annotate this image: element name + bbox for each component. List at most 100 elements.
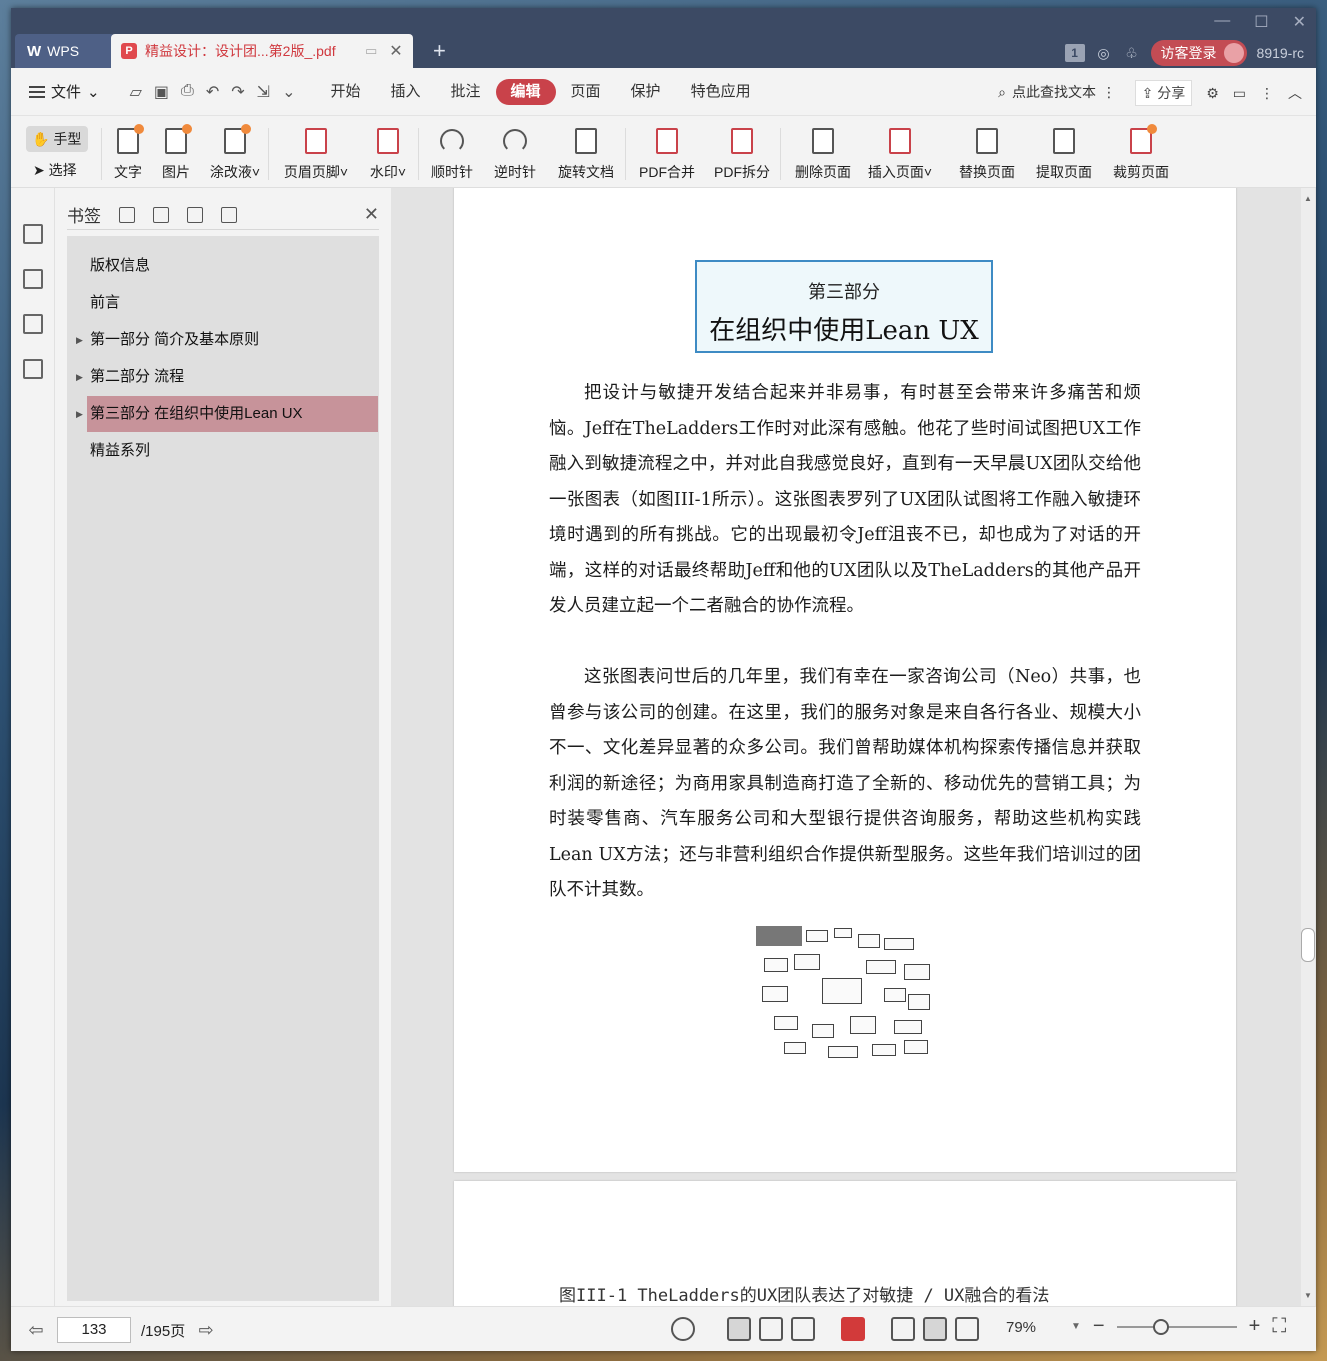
header-footer-button[interactable]: 页眉页脚˅	[281, 126, 351, 182]
bookmark-item[interactable]: ▶ 第一部分 简介及基本原则	[76, 322, 378, 358]
export-icon[interactable]: ⇲	[257, 82, 270, 102]
close-tab-icon[interactable]: ✕	[389, 41, 402, 61]
select-tool-button[interactable]: ➤ 选择	[33, 160, 77, 180]
scrollbar-thumb[interactable]	[1301, 928, 1315, 962]
document-tab[interactable]: P 精益设计：设计团...第2版_.pdf ▭ ✕	[111, 34, 413, 68]
redo-icon[interactable]: ↷	[231, 82, 244, 102]
save-icon[interactable]: ▣	[154, 82, 169, 102]
annotation-icon[interactable]	[22, 314, 43, 334]
add-sub-bookmark-icon[interactable]	[187, 206, 203, 223]
open-folder-icon[interactable]: ▱	[130, 82, 142, 102]
more-dropdown-icon[interactable]: ⌄	[282, 82, 295, 102]
scroll-up-icon[interactable]: ▲	[1304, 194, 1312, 203]
zoom-slider-knob[interactable]	[1152, 1318, 1169, 1335]
thumbnail-icon[interactable]	[22, 269, 43, 289]
bookmark-settings-icon[interactable]	[221, 206, 237, 223]
wps-home-tab[interactable]: W WPS	[15, 34, 115, 68]
bookmark-item[interactable]: 前言	[87, 285, 378, 321]
zoom-level[interactable]: 79%	[1006, 1319, 1036, 1336]
page-number-input[interactable]: 133	[57, 1317, 131, 1343]
fullscreen-icon[interactable]: ⛶	[1272, 1315, 1286, 1338]
watermark-label: 水印˅	[369, 164, 407, 180]
zoom-slider[interactable]	[1116, 1318, 1237, 1335]
eye-protection-icon[interactable]	[671, 1317, 695, 1341]
add-bookmark-icon[interactable]	[119, 206, 135, 223]
pdf-split-button[interactable]: PDF拆分	[707, 126, 777, 182]
continuous-view-icon[interactable]	[727, 1317, 751, 1341]
delete-page-button[interactable]: 删除页面	[788, 126, 858, 182]
sync-icon[interactable]: ◎	[1095, 44, 1113, 62]
next-page-icon[interactable]: ⇨	[195, 1320, 217, 1341]
insert-page-button[interactable]: 插入页面˅	[865, 126, 935, 182]
hand-tool-button[interactable]: ✋ 手型	[26, 126, 88, 152]
single-page-view-icon[interactable]	[759, 1317, 783, 1341]
collapse-all-icon[interactable]	[153, 206, 169, 223]
vertical-scrollbar[interactable]: ▲ ▼	[1301, 188, 1315, 1306]
share-button[interactable]: ⇪ 分享	[1134, 80, 1193, 106]
pdf-split-label: PDF拆分	[714, 164, 770, 180]
image-tool-label: 图片	[162, 164, 190, 180]
file-menu[interactable]: 文件 ⌄	[29, 81, 100, 102]
correction-fluid-button[interactable]: 涂改液˅	[200, 124, 270, 182]
crop-page-button[interactable]: 裁剪页面	[1106, 124, 1176, 182]
more-options-icon[interactable]: ⋮	[1260, 85, 1274, 102]
close-window-icon[interactable]: ✕	[1293, 12, 1306, 32]
two-page-view-icon[interactable]	[791, 1317, 815, 1341]
undo-icon[interactable]: ↶	[206, 82, 219, 102]
expand-arrow-icon[interactable]: ▶	[76, 396, 83, 432]
expand-arrow-icon[interactable]: ▶	[76, 359, 83, 395]
print-icon[interactable]: ⎙	[181, 82, 194, 102]
scroll-down-icon[interactable]: ▼	[1304, 1291, 1312, 1300]
zoom-dropdown-icon[interactable]: ▼	[1071, 1321, 1081, 1332]
rotate-counterclockwise-button[interactable]: 逆时针	[480, 126, 550, 182]
more-vertical-icon[interactable]: ⋮	[1102, 84, 1116, 101]
rotate-clockwise-button[interactable]: 顺时针	[417, 126, 487, 182]
find-text-label: 点此查找文本	[1012, 84, 1096, 100]
watermark-button[interactable]: 水印˅	[353, 126, 423, 182]
fit-width-icon[interactable]	[955, 1317, 979, 1341]
tab-edit[interactable]: 编辑	[495, 78, 556, 105]
gear-icon[interactable]: ⚙	[1206, 85, 1219, 102]
skin-icon[interactable]: ♧	[1123, 44, 1141, 62]
tab-start[interactable]: 开始	[315, 79, 375, 105]
login-button[interactable]: 访客登录	[1150, 40, 1247, 66]
extract-page-button[interactable]: 提取页面	[1029, 126, 1099, 182]
maximize-icon[interactable]: ☐	[1254, 12, 1268, 32]
extract-page-label: 提取页面	[1036, 164, 1092, 180]
find-text[interactable]: ⌕ 点此查找文本 ⋮	[998, 82, 1116, 102]
tab-insert[interactable]: 插入	[375, 79, 435, 105]
actual-size-icon[interactable]	[891, 1317, 915, 1341]
pdf-merge-button[interactable]: PDF合并	[632, 126, 702, 182]
zoom-out-icon[interactable]: −	[1093, 1315, 1105, 1338]
replace-page-button[interactable]: 替换页面	[952, 126, 1022, 182]
document-viewer[interactable]: 第三部分 在组织中使用Lean UX 把设计与敏捷开发结合起来并非易事，有时甚至…	[391, 188, 1316, 1306]
bookmark-item-selected[interactable]: ▶ 第三部分 在组织中使用Lean UX	[76, 396, 378, 432]
rotate-document-button[interactable]: 旋转文档	[551, 126, 621, 182]
new-tab-icon[interactable]: +	[433, 38, 446, 64]
bookmark-item[interactable]: 版权信息	[87, 248, 378, 284]
previous-page-icon[interactable]: ⇦	[25, 1320, 47, 1341]
tab-features[interactable]: 特色应用	[676, 79, 766, 105]
pin-icon[interactable]: ▭	[365, 43, 377, 59]
bookmark-list-icon[interactable]	[22, 224, 43, 244]
bookmark-panel: 书签 ✕ 版权信息 前言 ▶ 第一部分 简介及基本原则 ▶ 第二部分 流程 ▶ 第三部…	[55, 188, 391, 1306]
bookmark-item[interactable]: 精益系列	[87, 433, 378, 469]
tab-page[interactable]: 页面	[556, 79, 616, 105]
minimize-icon[interactable]: —	[1214, 12, 1230, 32]
tab-protect[interactable]: 保护	[616, 79, 676, 105]
figure-caption: 图III-1 TheLadders的UX团队表达了对敏捷 / UX融合的看法	[559, 1286, 1050, 1306]
play-icon[interactable]	[841, 1317, 865, 1341]
fit-page-icon[interactable]	[923, 1317, 947, 1341]
expand-arrow-icon[interactable]: ▶	[76, 322, 83, 358]
tab-comment[interactable]: 批注	[436, 79, 496, 105]
bookmark-item[interactable]: ▶ 第二部分 流程	[76, 359, 378, 395]
status-bar: ⇦ 133 /195页 ⇨ 79% ▼ − + ⛶	[11, 1306, 1316, 1351]
collapse-ribbon-icon[interactable]: ︿	[1288, 83, 1302, 103]
close-panel-icon[interactable]: ✕	[364, 204, 379, 225]
signature-icon[interactable]	[22, 359, 43, 379]
app-window: — ☐ ✕ W WPS P 精益设计：设计团...第2版_.pdf ▭ ✕ + …	[11, 8, 1316, 1351]
comment-icon[interactable]: ▭	[1233, 85, 1246, 102]
window-count-badge[interactable]: 1	[1064, 44, 1085, 62]
figure-node	[884, 988, 906, 1002]
zoom-in-icon[interactable]: +	[1249, 1315, 1261, 1338]
